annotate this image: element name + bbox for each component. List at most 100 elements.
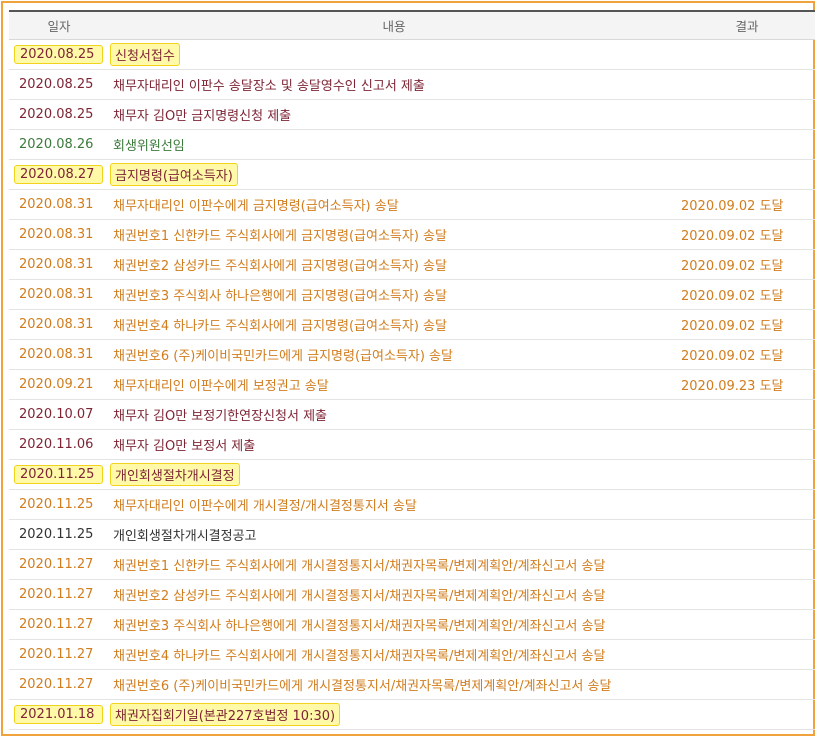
row-date: 2020.11.25	[14, 464, 104, 484]
row-result	[679, 159, 815, 189]
row-result	[679, 399, 815, 429]
row-result	[679, 39, 815, 69]
row-result: 2020.09.02 도달	[681, 318, 784, 334]
row-content-cell: 신청서접수	[109, 39, 679, 69]
header-date: 일자	[9, 11, 109, 40]
row-date: 2020.08.31	[19, 316, 94, 332]
table-row: 2020.11.27 채권번호4 하나카드 주식회사에게 개시결정통지서/채권자…	[9, 639, 815, 669]
table-header-row: 일자 내용 결과	[9, 11, 815, 40]
row-date: 2020.08.25	[19, 106, 94, 122]
row-content: 금지명령(급여소득자)	[110, 162, 238, 186]
row-content: 채권번호2 삼성카드 주식회사에게 개시결정통지서/채권자목록/변제계획안/계좌…	[113, 588, 606, 604]
row-date: 2020.08.26	[19, 136, 94, 152]
row-content: 채무자대리인 이판수에게 보정권고 송달	[113, 378, 329, 394]
table-row: 2020.08.31 채무자대리인 이판수에게 금지명령(급여소득자) 송달 2…	[9, 189, 815, 219]
row-result	[679, 609, 815, 639]
table-row: 2020.11.25 채무자대리인 이판수에게 개시결정/개시결정통지서 송달	[9, 489, 815, 519]
table-row: 2020.08.31 채권번호3 주식회사 하나은행에게 금지명령(급여소득자)…	[9, 279, 815, 309]
table-row: 2020.08.25 신청서접수	[9, 39, 815, 69]
table-row: 2020.08.27 금지명령(급여소득자)	[9, 159, 815, 189]
row-content-cell: 금지명령(급여소득자)	[109, 159, 679, 189]
table-row: 2020.08.31 채권번호6 (주)케이비국민카드에게 금지명령(급여소득자…	[9, 339, 815, 369]
row-content: 채권번호3 주식회사 하나은행에게 개시결정통지서/채권자목록/변제계획안/계좌…	[113, 618, 606, 634]
row-result: 2020.09.23 도달	[681, 378, 784, 394]
row-date: 2020.11.27	[19, 646, 94, 662]
row-result	[679, 519, 815, 549]
row-content: 채무자 김O만 금지명령신청 제출	[113, 108, 292, 124]
row-date: 2020.11.25	[19, 526, 94, 542]
row-content: 채권번호3 주식회사 하나은행에게 금지명령(급여소득자) 송달	[113, 288, 447, 304]
row-content: 회생위원선임	[113, 138, 185, 154]
row-content: 채권번호6 (주)케이비국민카드에게 금지명령(급여소득자) 송달	[113, 348, 453, 364]
table-row: 2021.01.18 채권자집회기일(본관227호법정 10:30)	[9, 699, 815, 729]
row-result	[679, 129, 815, 159]
row-content: 채무자대리인 이판수 송달장소 및 송달영수인 신고서 제출	[113, 78, 425, 94]
row-content: 채권번호4 하나카드 주식회사에게 금지명령(급여소득자) 송달	[113, 318, 447, 334]
row-date: 2020.08.31	[19, 196, 94, 212]
row-result	[679, 639, 815, 669]
row-result	[679, 429, 815, 459]
row-date: 2020.08.31	[19, 256, 94, 272]
row-result: 2020.09.02 도달	[681, 198, 784, 214]
row-content-cell: 개인회생절차개시결정	[109, 459, 679, 489]
table-row: 2020.08.26 회생위원선임	[9, 129, 815, 159]
row-content: 채무자대리인 이판수에게 금지명령(급여소득자) 송달	[113, 198, 399, 214]
row-content: 채무자 김O만 보정기한연장신청서 제출	[113, 408, 327, 424]
row-date: 2020.11.27	[19, 556, 94, 572]
row-date: 2020.11.25	[19, 496, 94, 512]
table-row: 2020.11.27 채권번호6 (주)케이비국민카드에게 개시결정통지서/채권…	[9, 669, 815, 699]
row-date: 2020.08.31	[19, 286, 94, 302]
table-row: 2020.10.07 채무자 김O만 보정기한연장신청서 제출	[9, 399, 815, 429]
row-content-cell: 채권자집회기일(본관227호법정 10:30)	[109, 699, 679, 729]
row-date-cell: 2020.08.25	[9, 39, 109, 69]
header-content: 내용	[109, 11, 679, 40]
table-row: 2020.11.27 채권번호1 신한카드 주식회사에게 개시결정통지서/채권자…	[9, 549, 815, 579]
row-content: 개인회생절차개시결정공고	[113, 528, 257, 544]
row-date: 2020.08.31	[19, 226, 94, 242]
table-row: 2020.11.27 채권번호2 삼성카드 주식회사에게 개시결정통지서/채권자…	[9, 579, 815, 609]
row-date: 2020.08.31	[19, 346, 94, 362]
row-content: 채권자집회기일(본관227호법정 10:30)	[110, 702, 341, 726]
row-date: 2020.11.06	[19, 436, 94, 452]
table-row: 2020.11.06 채무자 김O만 보정서 제출	[9, 429, 815, 459]
table-row: 2020.08.25 채무자대리인 이판수 송달장소 및 송달영수인 신고서 제…	[9, 69, 815, 99]
row-result	[679, 579, 815, 609]
row-result	[679, 489, 815, 519]
row-date-cell: 2020.11.25	[9, 459, 109, 489]
row-content: 개인회생절차개시결정	[110, 462, 240, 486]
table-row: 2020.08.25 채무자 김O만 금지명령신청 제출	[9, 99, 815, 129]
row-date: 2020.09.21	[19, 376, 94, 392]
row-date-cell: 2021.01.18	[9, 699, 109, 729]
row-result	[679, 99, 815, 129]
table-row: 2020.11.25 개인회생절차개시결정공고	[9, 519, 815, 549]
table-row: 2020.11.25 개인회생절차개시결정	[9, 459, 815, 489]
row-content: 신청서접수	[110, 42, 180, 66]
case-progress-frame: 일자 내용 결과 2020.08.25 신청서접수 2020.08.25 채무자…	[1, 1, 815, 736]
row-result: 2020.09.02 도달	[681, 348, 784, 364]
table-row: 2020.11.27 채권번호3 주식회사 하나은행에게 개시결정통지서/채권자…	[9, 609, 815, 639]
case-progress-table: 일자 내용 결과 2020.08.25 신청서접수 2020.08.25 채무자…	[9, 10, 815, 730]
table-row: 2020.09.21 채무자대리인 이판수에게 보정권고 송달 2020.09.…	[9, 369, 815, 399]
row-date: 2020.08.25	[19, 76, 94, 92]
row-content: 채권번호1 신한카드 주식회사에게 금지명령(급여소득자) 송달	[113, 228, 447, 244]
row-date: 2020.10.07	[19, 406, 94, 422]
row-content: 채권번호1 신한카드 주식회사에게 개시결정통지서/채권자목록/변제계획안/계좌…	[113, 558, 606, 574]
table-row: 2020.08.31 채권번호2 삼성카드 주식회사에게 금지명령(급여소득자)…	[9, 249, 815, 279]
row-result	[679, 459, 815, 489]
row-content: 채권번호4 하나카드 주식회사에게 개시결정통지서/채권자목록/변제계획안/계좌…	[113, 648, 606, 664]
row-content: 채무자 김O만 보정서 제출	[113, 438, 256, 454]
table-row: 2020.08.31 채권번호4 하나카드 주식회사에게 금지명령(급여소득자)…	[9, 309, 815, 339]
row-date: 2020.08.25	[14, 44, 104, 64]
table-row: 2020.08.31 채권번호1 신한카드 주식회사에게 금지명령(급여소득자)…	[9, 219, 815, 249]
row-result	[679, 699, 815, 729]
row-content: 채무자대리인 이판수에게 개시결정/개시결정통지서 송달	[113, 498, 417, 514]
header-result: 결과	[679, 11, 815, 40]
row-date: 2020.11.27	[19, 586, 94, 602]
row-content: 채권번호2 삼성카드 주식회사에게 금지명령(급여소득자) 송달	[113, 258, 447, 274]
row-date: 2020.11.27	[19, 676, 94, 692]
row-result	[679, 69, 815, 99]
row-content: 채권번호6 (주)케이비국민카드에게 개시결정통지서/채권자목록/변제계획안/계…	[113, 678, 612, 694]
row-date: 2021.01.18	[14, 704, 104, 724]
row-date-cell: 2020.08.27	[9, 159, 109, 189]
row-date: 2020.11.27	[19, 616, 94, 632]
